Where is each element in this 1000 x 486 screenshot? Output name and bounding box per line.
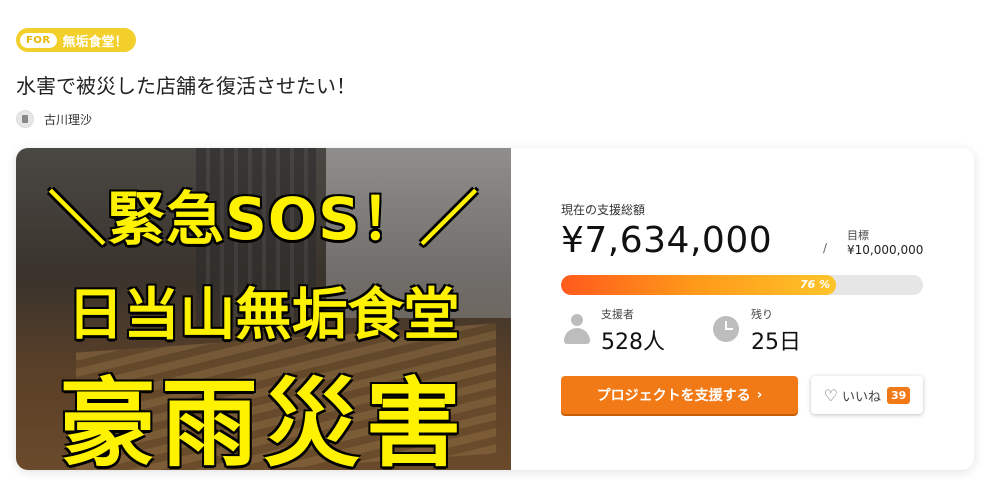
tag-for-label: FOR: [20, 32, 57, 48]
funding-progress-bar: 76 %: [561, 275, 923, 295]
total-amount: ¥7,634,000: [561, 220, 773, 261]
remaining-stat: 残り 25日: [713, 306, 801, 356]
heart-icon: ♡: [823, 385, 838, 405]
like-count-badge: 39: [887, 386, 911, 404]
hero-headline-3: 豪雨災害: [59, 368, 468, 470]
funding-progress-text: 76 %: [799, 278, 831, 291]
hero-headline-1: ＼緊急SOS！／: [48, 185, 479, 253]
remaining-label: 残り: [751, 308, 773, 321]
owner-link[interactable]: 古川理沙: [16, 110, 92, 128]
chevron-right-icon: ›: [756, 387, 763, 403]
person-icon: [563, 314, 591, 344]
owner-avatar: [16, 110, 34, 128]
supporters-stat: 支援者 528人: [563, 306, 665, 356]
hero-headline-2: 日当山無垢食堂: [67, 283, 460, 348]
category-tag[interactable]: FOR 無垢食堂！: [16, 28, 136, 52]
like-label: いいね: [842, 389, 882, 405]
target-label: 目標: [847, 229, 869, 242]
funding-stats: 現在の支援総額 ¥7,634,000 / 目標 ¥10,000,000 76 %…: [561, 148, 951, 470]
project-title: 水害で被災した店舗を復活させたい！: [16, 74, 356, 98]
tag-name: 無垢食堂！: [62, 34, 128, 50]
target-separator: /: [823, 241, 828, 255]
supporters-label: 支援者: [601, 308, 634, 321]
clock-icon: [713, 314, 741, 344]
funding-progress-fill: 76 %: [561, 275, 837, 295]
remaining-value: 25日: [751, 330, 801, 355]
supporters-value: 528人: [601, 330, 665, 355]
project-card: ＼緊急SOS！／ 日当山無垢食堂 豪雨災害 現在の支援総額 ¥7,634,000…: [16, 148, 974, 470]
owner-name: 古川理沙: [44, 112, 93, 127]
support-project-label: プロジェクトを支援する: [596, 388, 751, 404]
like-button[interactable]: ♡ いいね 39: [811, 376, 923, 414]
total-label: 現在の支援総額: [561, 203, 646, 217]
target-amount: ¥10,000,000: [847, 243, 924, 257]
support-project-button[interactable]: プロジェクトを支援する ›: [561, 376, 798, 414]
project-hero-image[interactable]: ＼緊急SOS！／ 日当山無垢食堂 豪雨災害: [16, 148, 511, 470]
